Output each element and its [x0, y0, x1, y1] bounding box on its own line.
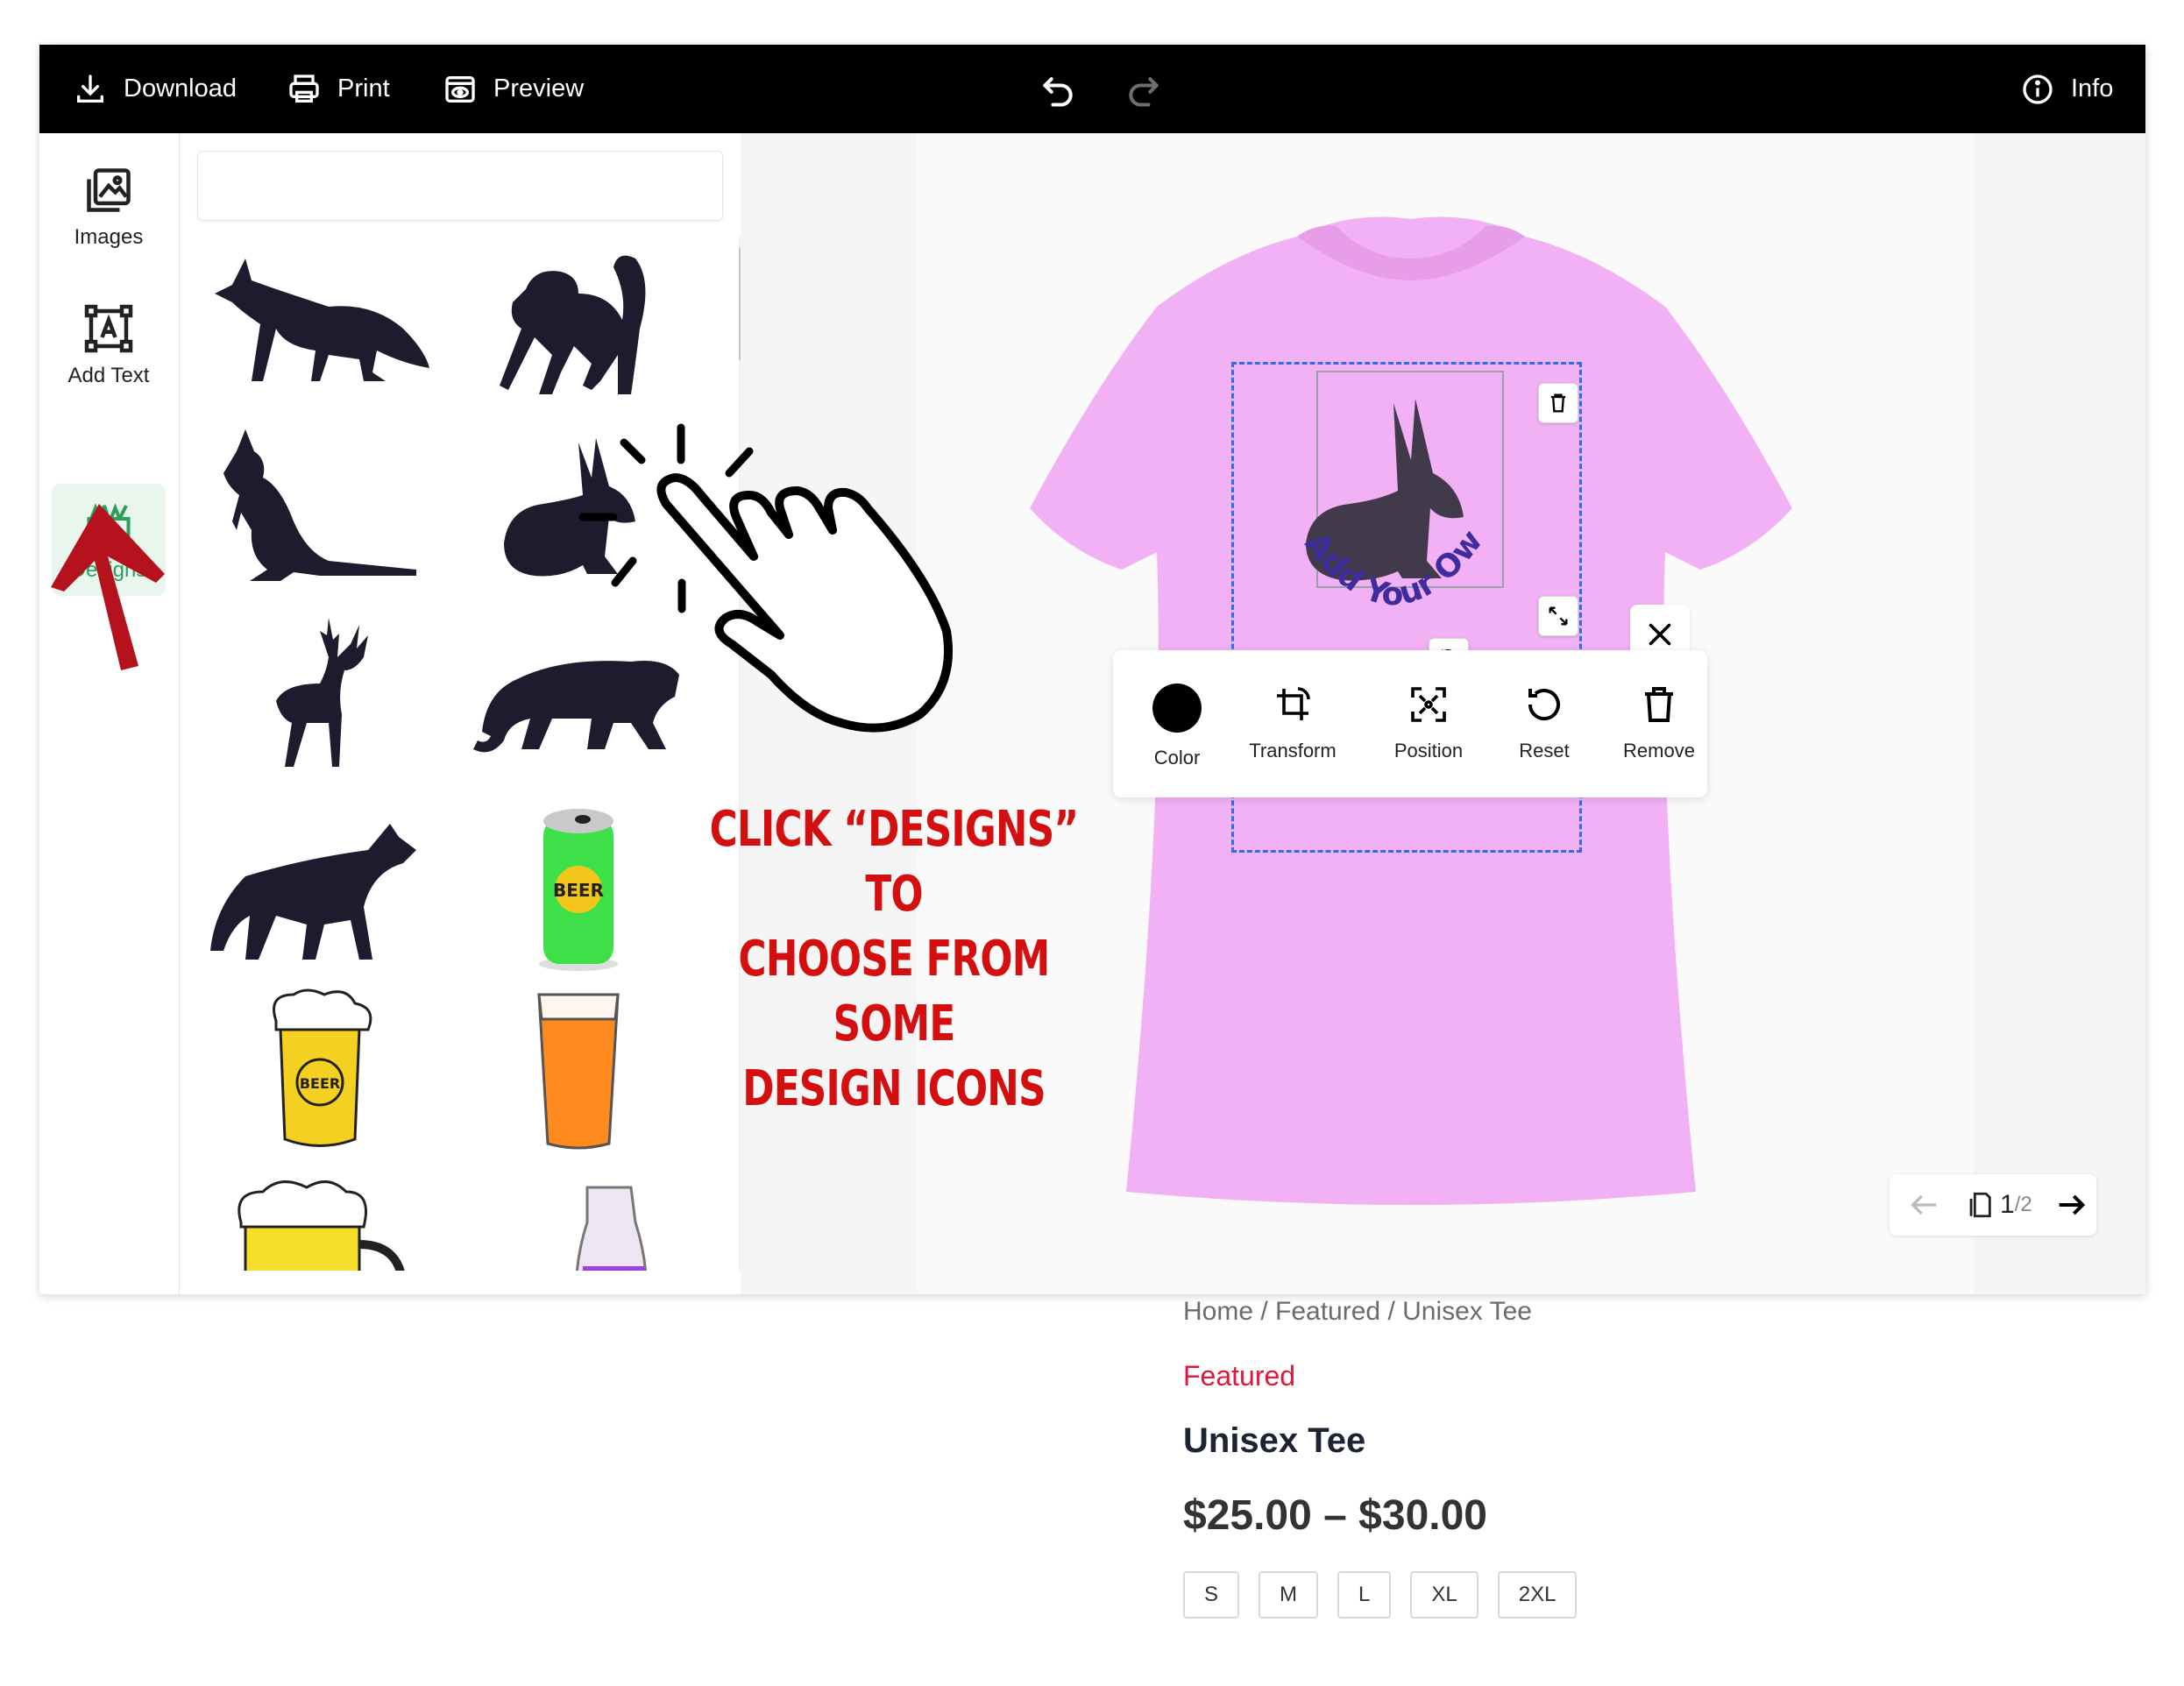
next-page-icon[interactable]: [2053, 1187, 2088, 1222]
prev-page-icon[interactable]: [1907, 1187, 1942, 1222]
remove-label: Remove: [1623, 740, 1695, 762]
size-options: S M L XL 2XL: [1183, 1571, 1578, 1619]
undo-icon[interactable]: [1039, 71, 1077, 110]
position-label: Position: [1393, 740, 1464, 762]
beer-mug-icon: BEER: [273, 988, 372, 1147]
preview-label: Preview: [493, 74, 585, 103]
product-category[interactable]: Featured: [1183, 1360, 1295, 1392]
download-label: Download: [124, 74, 237, 103]
position-button[interactable]: Position: [1372, 684, 1486, 762]
info-label: Info: [2071, 74, 2114, 103]
design-search-input[interactable]: [197, 151, 723, 221]
product-price: $25.00 – $30.00: [1183, 1492, 1487, 1539]
design-item-deer[interactable]: [188, 605, 443, 789]
rail-item-add-text[interactable]: Add Text: [52, 289, 166, 401]
breadcrumb[interactable]: Home / Featured / Unisex Tee: [1183, 1297, 1532, 1327]
color-swatch: [1152, 684, 1202, 733]
expand-icon: [1549, 606, 1568, 626]
redo-icon[interactable]: [1124, 71, 1163, 110]
size-option-s[interactable]: S: [1183, 1571, 1240, 1619]
kangaroo-icon: [223, 429, 416, 581]
close-icon: [1649, 623, 1671, 646]
total-pages: /2: [2014, 1193, 2032, 1216]
rail-item-images[interactable]: Images: [52, 151, 166, 263]
trash-icon: [1550, 393, 1566, 413]
deer-icon: [276, 618, 368, 767]
design-item-beer-can[interactable]: BEER: [447, 797, 701, 981]
callout-line-1: CLICK “DESIGNS” TO: [709, 801, 1079, 923]
design-item-monkey[interactable]: [447, 237, 701, 421]
left-rail: Images Add Text Designs: [39, 133, 180, 1294]
monkey-icon: [500, 255, 646, 394]
preview-button[interactable]: Preview: [443, 45, 584, 133]
print-label: Print: [337, 74, 390, 103]
size-option-l[interactable]: L: [1337, 1571, 1392, 1619]
beer-can-icon: BEER: [539, 809, 618, 971]
svg-text:BEER: BEER: [300, 1075, 340, 1092]
design-item-fox[interactable]: [188, 237, 443, 421]
rail-label-add-text: Add Text: [67, 364, 150, 387]
page-navigator: 1 /2: [1890, 1174, 2096, 1236]
design-item-wolf[interactable]: [188, 797, 443, 981]
transform-icon: [1277, 687, 1310, 720]
callout-line-2: CHOOSE FROM SOME: [738, 931, 1051, 1052]
design-item-kangaroo[interactable]: [188, 421, 443, 605]
printer-icon: [289, 74, 319, 103]
reset-icon: [1528, 689, 1560, 721]
callout-line-3: DESIGN ICONS: [742, 1060, 1046, 1117]
current-page: 1: [2000, 1190, 2015, 1219]
reset-label: Reset: [1519, 740, 1570, 762]
transform-label: Transform: [1249, 740, 1337, 762]
context-toolbar: Color Transform Position Reset Remove: [1113, 650, 1707, 797]
size-option-m[interactable]: M: [1259, 1571, 1319, 1619]
wolf-icon: [210, 824, 416, 960]
eye-icon: [445, 75, 475, 103]
rabbit-design-on-shirt: Add Your Own Text: [1227, 377, 1490, 613]
add-text-icon: [84, 304, 133, 353]
color-label: Color: [1153, 747, 1201, 769]
design-item-beer-stein[interactable]: [188, 1165, 443, 1271]
instruction-callout: CLICK “DESIGNS” TO CHOOSE FROM SOME DESI…: [709, 797, 1079, 1122]
transform-button[interactable]: Transform: [1236, 684, 1350, 762]
position-icon: [1411, 687, 1446, 722]
top-toolbar: Download Print Preview Info: [39, 45, 2145, 133]
rail-label-images: Images: [74, 225, 144, 249]
info-icon: [2023, 74, 2053, 104]
download-button[interactable]: Download: [73, 45, 237, 133]
images-icon: [87, 168, 131, 212]
fox-icon: [215, 259, 429, 381]
trash-icon: [1645, 687, 1673, 722]
size-option-xl[interactable]: XL: [1410, 1571, 1478, 1619]
svg-text:BEER: BEER: [553, 880, 604, 901]
product-title: Unisex Tee: [1183, 1421, 1366, 1460]
beer-stein-icon: [238, 1180, 405, 1271]
resize-handle[interactable]: [1538, 596, 1578, 636]
download-icon: [77, 74, 104, 103]
design-item-beer-mug[interactable]: BEER: [188, 981, 443, 1165]
design-grid: BEER BEER: [180, 237, 727, 1271]
pointing-hand-annotation: [578, 423, 953, 733]
juice-jug-icon: [575, 1186, 648, 1271]
design-item-juice-jug[interactable]: [447, 1165, 701, 1271]
red-arrow-annotation: [51, 504, 165, 670]
pages-icon: [1969, 1192, 1991, 1218]
delete-design-handle[interactable]: [1538, 383, 1578, 423]
color-button[interactable]: Color: [1120, 684, 1234, 769]
remove-button[interactable]: Remove: [1602, 684, 1716, 762]
print-button[interactable]: Print: [287, 45, 390, 133]
size-option-2xl[interactable]: 2XL: [1497, 1571, 1578, 1619]
beer-pint-icon: [537, 993, 620, 1150]
reset-button[interactable]: Reset: [1487, 684, 1601, 762]
info-button[interactable]: Info: [2020, 45, 2113, 133]
design-item-beer-pint[interactable]: [447, 981, 701, 1165]
